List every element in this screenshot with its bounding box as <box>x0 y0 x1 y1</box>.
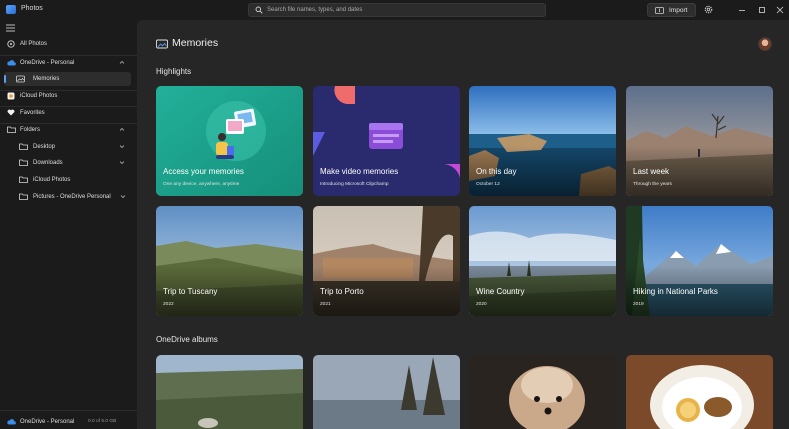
sidebar-item-label: Downloads <box>33 159 63 166</box>
card-subtitle: One any device, anywhere, anytime <box>163 182 240 187</box>
folder-icon <box>19 193 28 200</box>
memory-card-wine-country[interactable]: Wine Country 2020 <box>469 206 616 316</box>
import-label: Import <box>669 7 688 14</box>
selection-indicator <box>4 75 6 83</box>
onedrive-cloud-icon <box>7 60 16 66</box>
album-card[interactable] <box>469 355 616 429</box>
sidebar-divider <box>0 410 137 411</box>
card-subtitle: 2021 <box>320 302 331 307</box>
card-title: Hiking in National Parks <box>633 287 718 296</box>
sidebar-item-favorites[interactable]: Favorites <box>4 106 131 120</box>
storage-usage: 0.0 of 5.0 GB <box>88 419 117 424</box>
search-box[interactable]: Search file names, types, and dates <box>248 3 546 17</box>
sidebar-item-label: All Photos <box>20 40 48 47</box>
chevron-down-icon[interactable] <box>119 160 125 165</box>
minimize-button[interactable] <box>734 2 750 18</box>
card-subtitle: 2022 <box>163 302 174 307</box>
chevron-down-icon[interactable] <box>119 144 125 149</box>
clipchamp-illustration <box>313 86 460 196</box>
photos-app-icon <box>6 5 16 14</box>
folder-icon <box>7 126 16 133</box>
maximize-button[interactable] <box>754 2 770 18</box>
chevron-up-icon[interactable] <box>119 60 125 65</box>
dog-album-cover <box>469 355 616 429</box>
card-title: Access your memories <box>163 167 244 176</box>
sidebar: All Photos OneDrive - Personal Memories … <box>0 20 137 429</box>
all-photos-icon <box>7 40 15 48</box>
card-title: Trip to Porto <box>320 287 364 296</box>
search-input[interactable]: Search file names, types, and dates <box>267 7 362 13</box>
card-subtitle: Through the years <box>633 182 672 187</box>
memory-card-video-memories[interactable]: Make video memories Introducing Microsof… <box>313 86 460 196</box>
app-title: Photos <box>21 5 43 12</box>
memory-card-trip-to-tuscany[interactable]: Trip to Tuscany 2022 <box>156 206 303 316</box>
memories-icon <box>16 75 25 83</box>
album-card[interactable] <box>313 355 460 429</box>
card-subtitle: October 12 <box>476 182 500 187</box>
sidebar-item-label: Pictures - OneDrive Personal <box>33 193 111 200</box>
sidebar-item-memories[interactable]: Memories <box>4 72 131 86</box>
sidebar-item-folders[interactable]: Folders <box>4 123 131 137</box>
access-memories-illustration <box>156 86 303 196</box>
title-bar: Photos Search file names, types, and dat… <box>0 0 789 20</box>
folder-icon <box>19 159 28 166</box>
footer-account-label: OneDrive - Personal <box>20 418 75 425</box>
sidebar-item-onedrive-personal[interactable]: OneDrive - Personal <box>4 56 131 70</box>
main-content: Memories Highlights Access your memories… <box>137 20 789 429</box>
folder-icon <box>19 143 28 150</box>
onedrive-storage-footer[interactable]: OneDrive - Personal 0.0 of 5.0 GB <box>4 416 131 428</box>
heart-icon <box>7 109 15 116</box>
memory-card-trip-to-porto[interactable]: Trip to Porto 2021 <box>313 206 460 316</box>
import-button[interactable]: Import <box>647 3 696 17</box>
settings-gear-icon[interactable] <box>704 5 713 14</box>
icloud-icon <box>7 92 15 100</box>
user-avatar[interactable] <box>758 37 772 51</box>
sidebar-item-icloud-photos-folder[interactable]: iCloud Photos <box>4 173 131 187</box>
import-icon <box>655 7 664 14</box>
memory-card-on-this-day[interactable]: On this day October 12 <box>469 86 616 196</box>
card-title: Last week <box>633 167 670 176</box>
sidebar-item-label: Memories <box>33 75 60 82</box>
memory-card-hiking-national-parks[interactable]: Hiking in National Parks 2019 <box>626 206 773 316</box>
lakeside-trees-album-cover <box>313 355 460 429</box>
hamburger-menu-icon[interactable] <box>6 24 15 32</box>
sidebar-item-label: Folders <box>20 126 41 133</box>
chevron-down-icon[interactable] <box>120 194 126 199</box>
card-title: Trip to Tuscany <box>163 287 218 296</box>
card-subtitle: 2020 <box>476 302 487 307</box>
onedrive-albums-heading: OneDrive albums <box>156 335 218 344</box>
chevron-up-icon[interactable] <box>119 127 125 132</box>
memory-card-access-memories[interactable]: Access your memories One any device, any… <box>156 86 303 196</box>
sidebar-item-label: iCloud Photos <box>33 176 71 183</box>
onedrive-cloud-icon <box>7 419 16 425</box>
sidebar-item-downloads[interactable]: Downloads <box>4 156 131 170</box>
sidebar-item-label: Favorites <box>20 109 45 116</box>
card-title: Make video memories <box>320 167 399 176</box>
sidebar-item-pictures-onedrive[interactable]: Pictures - OneDrive Personal <box>4 190 131 204</box>
sidebar-item-all-photos[interactable]: All Photos <box>4 37 131 51</box>
memory-card-last-week[interactable]: Last week Through the years <box>626 86 773 196</box>
album-card[interactable] <box>626 355 773 429</box>
meadow-album-cover <box>156 355 303 429</box>
close-button[interactable] <box>772 2 788 18</box>
sidebar-item-icloud-photos[interactable]: iCloud Photos <box>4 89 131 103</box>
highlights-heading: Highlights <box>156 67 192 76</box>
sidebar-item-desktop[interactable]: Desktop <box>4 140 131 154</box>
food-plate-album-cover <box>626 355 773 429</box>
sidebar-item-label: OneDrive - Personal <box>20 59 75 66</box>
card-title: Wine Country <box>476 287 525 296</box>
card-subtitle: 2019 <box>633 302 644 307</box>
sidebar-item-label: Desktop <box>33 143 56 150</box>
search-icon <box>255 6 263 14</box>
folder-icon <box>19 176 28 183</box>
memories-icon <box>156 39 168 49</box>
card-title: On this day <box>476 167 517 176</box>
album-card[interactable] <box>156 355 303 429</box>
card-subtitle: Introducing Microsoft Clipchamp <box>320 182 389 187</box>
page-title: Memories <box>172 37 219 49</box>
sidebar-item-label: iCloud Photos <box>20 92 58 99</box>
